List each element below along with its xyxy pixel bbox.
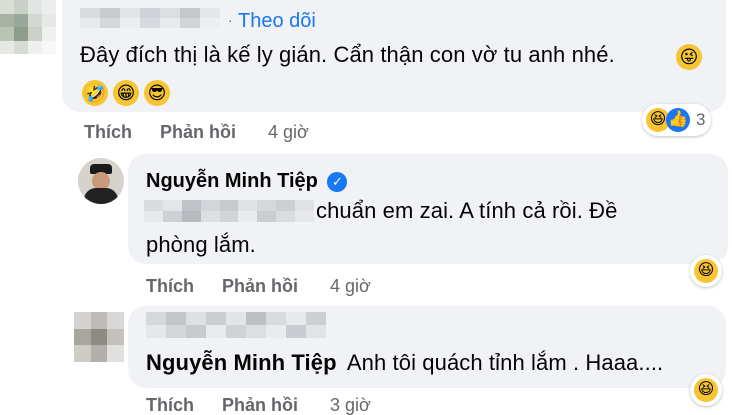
haha-reaction-icon: 😆 [694, 378, 718, 402]
reply-text-line2: phòng lắm. [146, 232, 256, 257]
haha-reaction-icon: 😆 [694, 259, 718, 283]
tagged-name[interactable]: Nguyễn Minh Tiệp [146, 350, 337, 375]
reply-button[interactable]: Phản hồi [222, 395, 298, 415]
reply2-timestamp[interactable]: 3 giờ [330, 395, 371, 415]
comment-text-content: Đây đích thị là kế ly gián. Cẩn thận con… [80, 42, 615, 67]
like-button[interactable]: Thích [146, 395, 194, 415]
reply2-reaction[interactable]: 😆 [690, 374, 722, 406]
reply-timestamp[interactable]: 4 giờ [330, 276, 371, 297]
sunglasses-emoji: 😎 [144, 80, 170, 106]
replier-avatar-blurred[interactable] [74, 312, 124, 362]
verified-badge-icon: ✓ [327, 171, 348, 192]
reply-author-name[interactable]: Nguyễn Minh Tiệp [146, 170, 318, 192]
grin-emoji: 😁 [113, 80, 139, 106]
reaction-count: 3 [696, 110, 706, 129]
reply-author[interactable]: Nguyễn Minh Tiệp ✓ [146, 170, 348, 193]
like-button[interactable]: Thích [146, 276, 194, 297]
rofl-emoji: 🤣 [82, 80, 108, 106]
comment-timestamp[interactable]: 4 giờ [268, 122, 309, 143]
reply-text-line1: chuẩn em zai. A tính cả rồi. Đề [316, 198, 618, 223]
like-button[interactable]: Thích [84, 122, 132, 143]
reply-reaction[interactable]: 😆 [690, 255, 722, 287]
tagged-name-blurred[interactable] [144, 200, 314, 222]
follow-link[interactable]: Theo dõi [238, 10, 316, 33]
reply-button[interactable]: Phản hồi [222, 276, 298, 297]
separator-dot: · [228, 12, 233, 28]
nguyen-minh-tiep-avatar[interactable] [78, 158, 124, 204]
commenter-avatar-blurred[interactable] [0, 0, 56, 54]
commenter-name-blurred[interactable] [80, 8, 220, 28]
reply-button[interactable]: Phản hồi [160, 122, 236, 143]
winking-tongue-emoji: 😜 [676, 44, 702, 70]
comment-text: Đây đích thị là kế ly gián. Cẩn thận con… [80, 42, 615, 68]
reply2-text: Nguyễn Minh Tiệp Anh tôi quách tỉnh lắm … [146, 350, 663, 376]
reaction-summary[interactable]: 😆 👍 3 [642, 104, 712, 136]
replier-name-blurred[interactable] [146, 312, 326, 338]
reply2-text-content: Anh tôi quách tỉnh lắm . Haaa.... [346, 350, 664, 375]
like-reaction-icon: 👍 [666, 108, 690, 132]
